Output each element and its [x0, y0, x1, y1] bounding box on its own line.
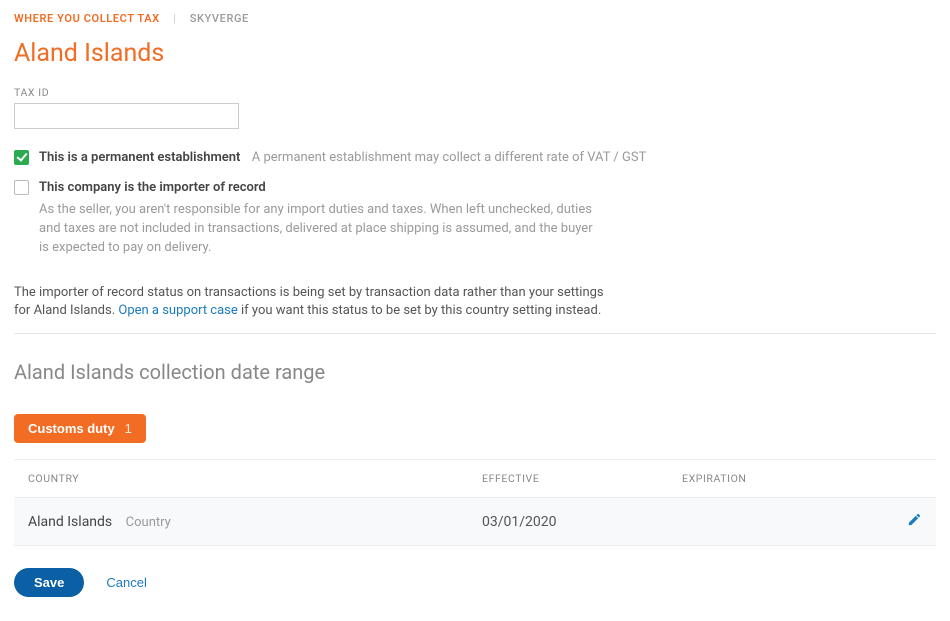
- notice-post: if you want this status to be set by thi…: [238, 303, 601, 318]
- form-actions: Save Cancel: [14, 568, 936, 597]
- row-name: Aland Islands: [28, 514, 112, 530]
- th-expiration: EXPIRATION: [682, 472, 882, 485]
- row-type: Country: [126, 515, 171, 530]
- permanent-establishment-hint: A permanent establishment may collect a …: [252, 150, 647, 165]
- tax-id-field: TAX ID: [14, 86, 936, 129]
- customs-duty-button[interactable]: Customs duty 1: [14, 414, 146, 443]
- cancel-button[interactable]: Cancel: [106, 575, 146, 590]
- th-effective: EFFECTIVE: [482, 472, 682, 485]
- importer-notice: The importer of record status on transac…: [14, 284, 614, 322]
- tax-id-label: TAX ID: [14, 86, 936, 99]
- tax-id-input[interactable]: [14, 103, 239, 129]
- save-button[interactable]: Save: [14, 568, 84, 597]
- importer-of-record-checkbox[interactable]: [14, 180, 29, 195]
- permanent-establishment-row: This is a permanent establishment A perm…: [14, 149, 936, 165]
- importer-of-record-label: This company is the importer of record: [39, 180, 266, 195]
- breadcrumb: WHERE YOU COLLECT TAX | SKYVERGE: [14, 12, 936, 25]
- page-title: Aland Islands: [14, 39, 936, 68]
- customs-duty-label: Customs duty: [28, 421, 115, 436]
- breadcrumb-secondary: SKYVERGE: [190, 12, 249, 25]
- customs-duty-count: 1: [125, 421, 132, 436]
- row-effective: 03/01/2020: [482, 514, 682, 530]
- edit-icon[interactable]: [907, 512, 922, 531]
- date-range-table: COUNTRY EFFECTIVE EXPIRATION Aland Islan…: [14, 459, 936, 546]
- permanent-establishment-checkbox[interactable]: [14, 150, 29, 165]
- section-title: Aland Islands collection date range: [14, 360, 936, 384]
- importer-of-record-row: This company is the importer of record: [14, 179, 936, 195]
- table-row: Aland Islands Country 03/01/2020: [14, 498, 936, 546]
- open-support-case-link[interactable]: Open a support case: [118, 303, 237, 318]
- breadcrumb-primary[interactable]: WHERE YOU COLLECT TAX: [14, 12, 160, 25]
- breadcrumb-sep: |: [173, 12, 176, 25]
- table-header: COUNTRY EFFECTIVE EXPIRATION: [14, 460, 936, 498]
- permanent-establishment-label: This is a permanent establishment: [39, 150, 240, 165]
- th-country: COUNTRY: [28, 472, 482, 485]
- divider: [14, 333, 936, 334]
- importer-of-record-desc: As the seller, you aren't responsible fo…: [39, 201, 599, 258]
